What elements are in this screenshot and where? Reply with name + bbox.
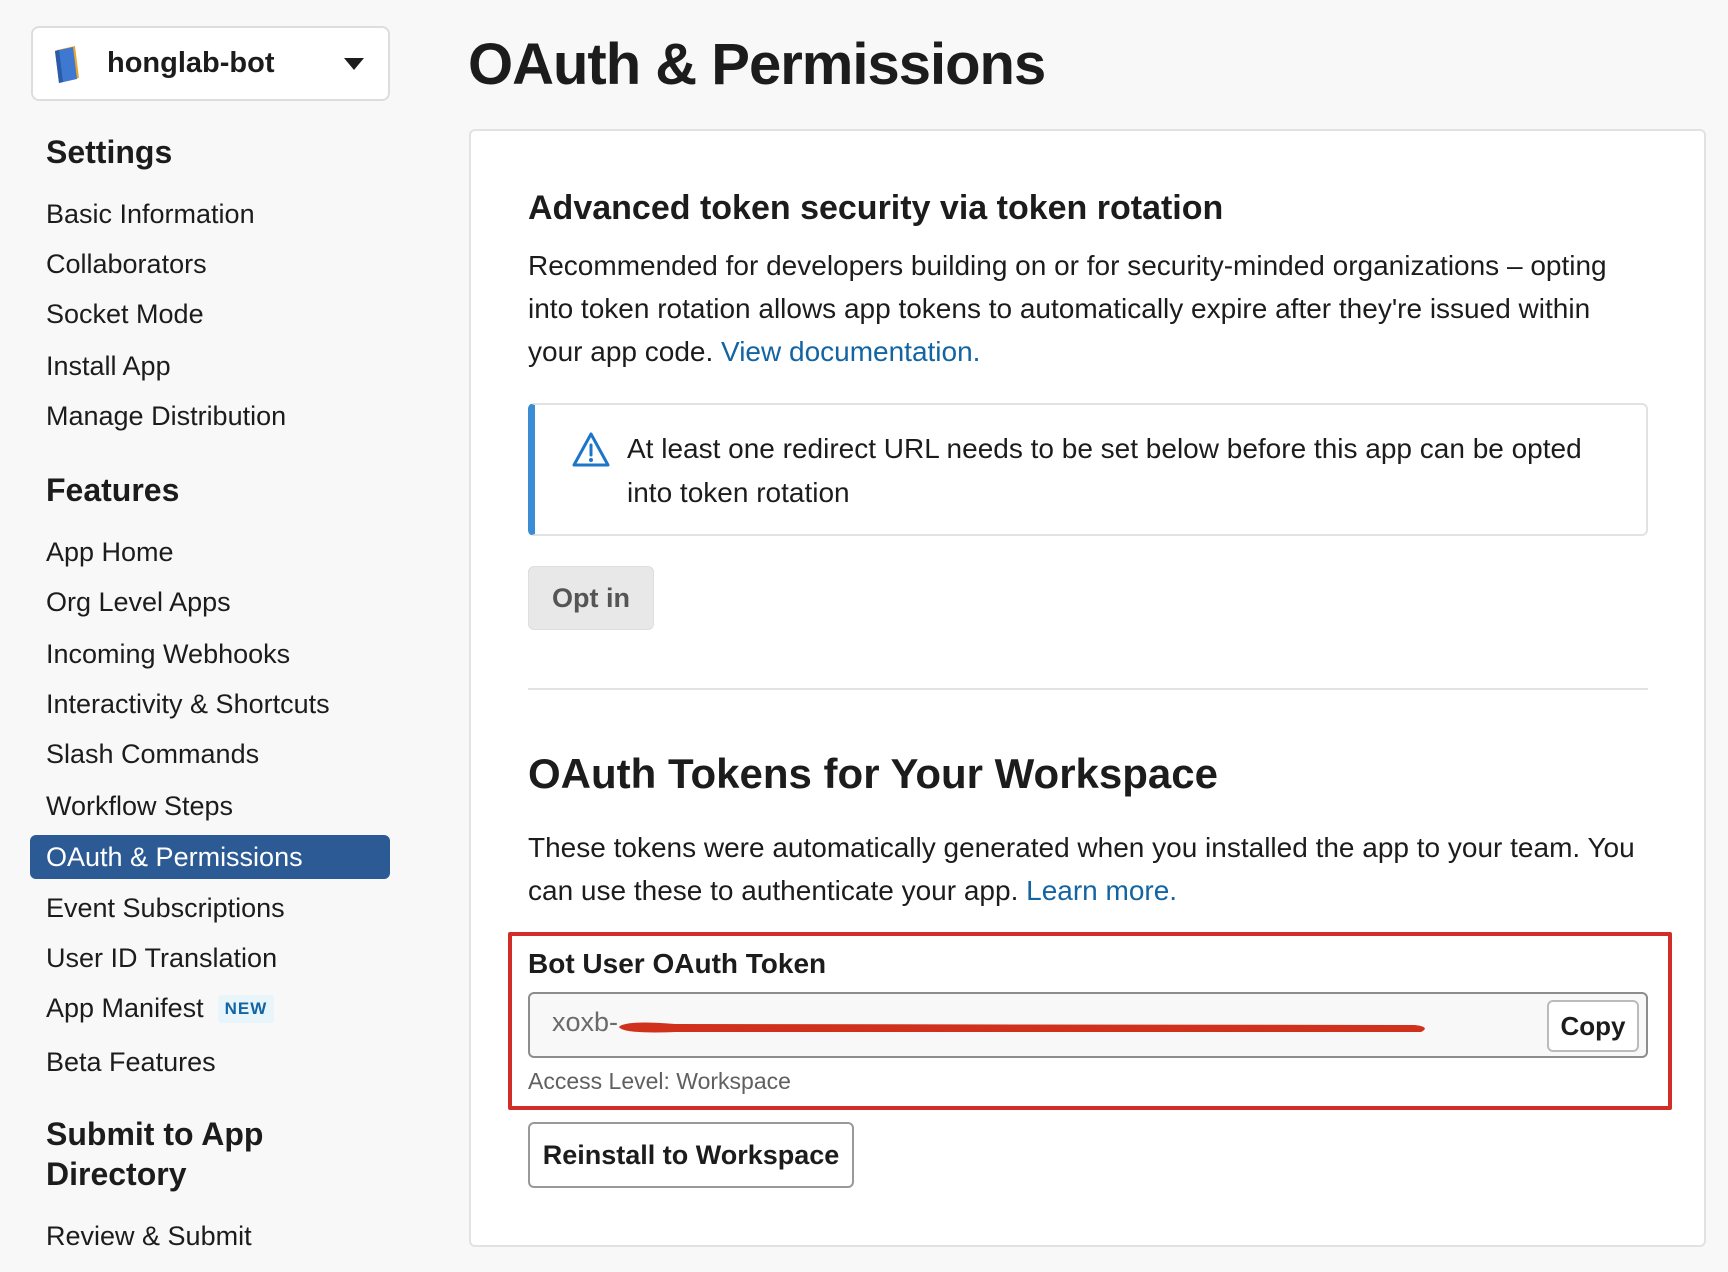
sidebar-item-collaborators[interactable]: Collaborators [46, 246, 207, 282]
sidebar-item-incoming-webhooks[interactable]: Incoming Webhooks [46, 636, 290, 672]
sidebar-item-slash-commands[interactable]: Slash Commands [46, 736, 259, 772]
bot-token-label: Bot User OAuth Token [528, 948, 827, 979]
sidebar-item-label: App Manifest [46, 993, 204, 1023]
sidebar-item-manage-distribution[interactable]: Manage Distribution [46, 398, 286, 434]
sidebar-item-app-home[interactable]: App Home [46, 534, 174, 570]
view-documentation-link[interactable]: View documentation. [721, 336, 980, 367]
sidebar-item-event-subscriptions[interactable]: Event Subscriptions [46, 890, 285, 926]
submit-heading-line1: Submit to App [46, 1116, 264, 1152]
new-badge: NEW [217, 995, 275, 1023]
sidebar-item-socket-mode[interactable]: Socket Mode [46, 296, 204, 332]
oauth-tokens-heading: OAuth Tokens for Your Workspace [528, 750, 1219, 797]
sidebar-item-install-app[interactable]: Install App [46, 348, 171, 384]
sidebar: honglab-bot Settings Basic Information C… [0, 0, 420, 1272]
redaction-mark [619, 1022, 1425, 1033]
learn-more-link[interactable]: Learn more. [1026, 875, 1177, 906]
sidebar-item-org-level-apps[interactable]: Org Level Apps [46, 584, 231, 620]
submit-heading-line2: Directory [46, 1156, 187, 1192]
sidebar-item-interactivity-shortcuts[interactable]: Interactivity & Shortcuts [46, 686, 330, 722]
blue-book-app-icon [55, 45, 79, 83]
token-rotation-notice: At least one redirect URL needs to be se… [528, 403, 1648, 536]
sidebar-item-basic-information[interactable]: Basic Information [46, 196, 255, 232]
bot-token-value: xoxb- [552, 1007, 619, 1037]
sidebar-item-review-submit[interactable]: Review & Submit [46, 1218, 252, 1254]
sidebar-item-app-manifest[interactable]: App Manifest NEW [46, 990, 275, 1026]
copy-button[interactable]: Copy [1547, 1000, 1639, 1052]
section-divider [528, 688, 1648, 690]
warning-icon [572, 432, 610, 467]
reinstall-button[interactable]: Reinstall to Workspace [528, 1122, 854, 1188]
chevron-down-icon [344, 57, 364, 70]
app-switcher[interactable]: honglab-bot [31, 26, 390, 101]
submit-heading: Submit to App Directory [46, 1114, 263, 1194]
sidebar-item-oauth-permissions[interactable]: OAuth & Permissions [30, 835, 390, 879]
sidebar-item-workflow-steps[interactable]: Workflow Steps [46, 788, 233, 824]
opt-in-button[interactable]: Opt in [528, 566, 654, 630]
bot-token-field[interactable]: xoxb- Copy [528, 992, 1648, 1058]
sidebar-item-beta-features[interactable]: Beta Features [46, 1044, 216, 1080]
notice-text: At least one redirect URL needs to be se… [627, 433, 1582, 508]
features-heading: Features [46, 472, 180, 508]
sidebar-item-user-id-translation[interactable]: User ID Translation [46, 940, 277, 976]
page-title: OAuth & Permissions [468, 32, 1046, 97]
token-rotation-description: Recommended for developers building on o… [528, 244, 1648, 373]
access-level-text: Access Level: Workspace [528, 1068, 791, 1094]
token-rotation-text: Recommended for developers building on o… [528, 250, 1607, 367]
settings-heading: Settings [46, 134, 173, 170]
oauth-tokens-description: These tokens were automatically generate… [528, 826, 1648, 912]
app-name: honglab-bot [107, 47, 275, 79]
token-rotation-heading: Advanced token security via token rotati… [528, 189, 1224, 227]
